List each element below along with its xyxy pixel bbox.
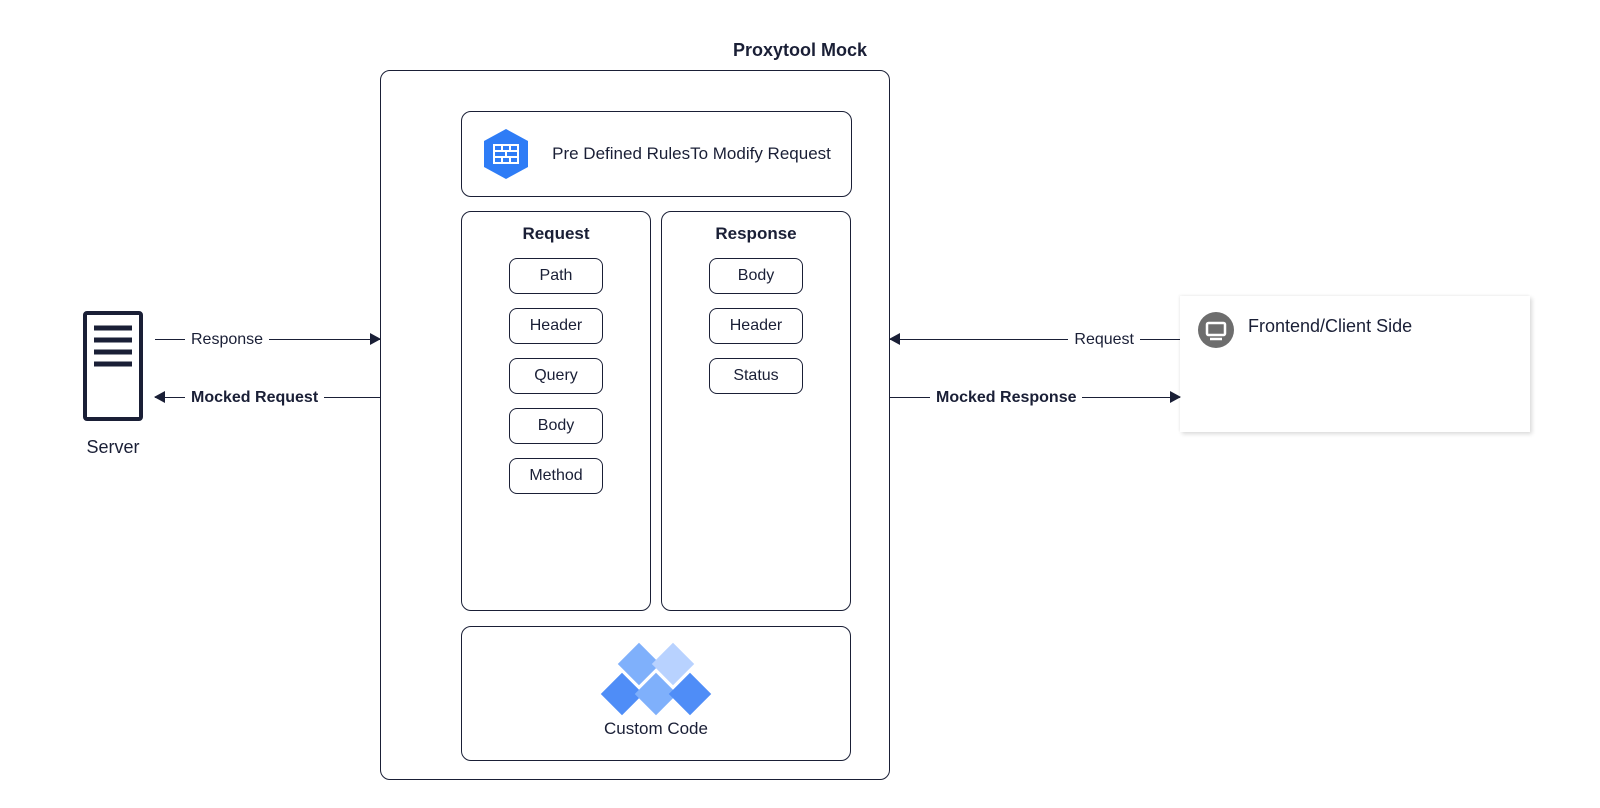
custom-code-box: Custom Code	[461, 626, 851, 761]
diamonds-icon	[596, 649, 716, 713]
request-item-query: Query	[509, 358, 603, 394]
connector-request: Request	[890, 339, 1180, 340]
monitor-icon	[1198, 312, 1234, 348]
response-item-status: Status	[709, 358, 803, 394]
connector-mocked-response: Mocked Response	[890, 397, 1180, 398]
request-item-method: Method	[509, 458, 603, 494]
response-item-body: Body	[709, 258, 803, 294]
server-label: Server	[68, 437, 158, 458]
client-node: Frontend/Client Side	[1180, 296, 1530, 432]
custom-code-label: Custom Code	[604, 719, 708, 739]
response-title: Response	[662, 224, 850, 244]
proxy-title: Proxytool Mock	[0, 40, 1600, 61]
firewall-icon	[478, 126, 534, 182]
predefined-rules-text: Pre Defined RulesTo Modify Request	[548, 143, 835, 166]
connector-request-label: Request	[1068, 331, 1140, 349]
server-node: Server	[68, 310, 158, 458]
proxy-container: Pre Defined RulesTo Modify Request Reque…	[380, 70, 890, 780]
connector-mocked-request: Mocked Request	[155, 397, 380, 398]
predefined-rules-box: Pre Defined RulesTo Modify Request	[461, 111, 852, 197]
response-item-header: Header	[709, 308, 803, 344]
response-column: Response Body Header Status	[661, 211, 851, 611]
request-item-body: Body	[509, 408, 603, 444]
connector-response-label: Response	[185, 331, 269, 349]
request-column: Request Path Header Query Body Method	[461, 211, 651, 611]
client-label: Frontend/Client Side	[1248, 312, 1412, 337]
connector-mocked-request-label: Mocked Request	[185, 389, 324, 407]
connector-mocked-response-label: Mocked Response	[930, 389, 1082, 407]
connector-response: Response	[155, 339, 380, 340]
request-title: Request	[462, 224, 650, 244]
request-item-header: Header	[509, 308, 603, 344]
server-icon	[82, 310, 144, 422]
request-item-path: Path	[509, 258, 603, 294]
